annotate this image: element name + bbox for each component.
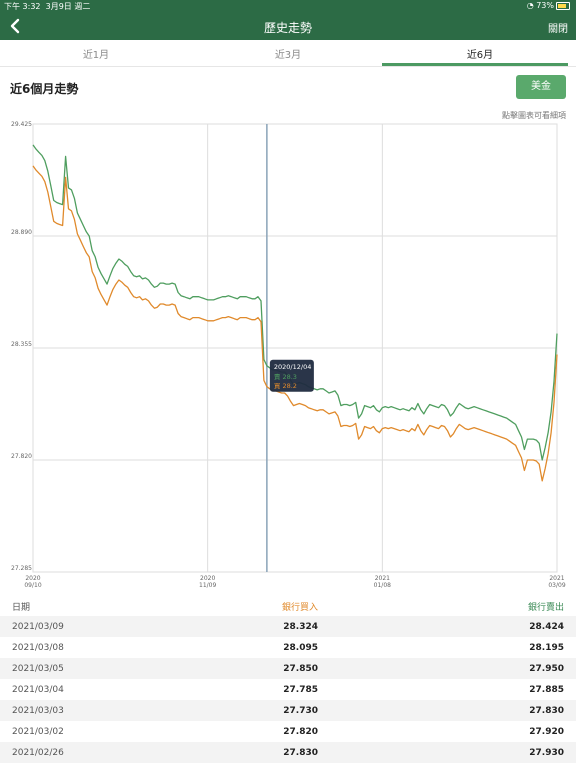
section-heading: 近6個月走勢 <box>10 82 79 96</box>
status-date: 3月9日 週二 <box>45 2 91 11</box>
row-sell: 27.885 <box>529 685 564 695</box>
y-tick-label: 28.355 <box>11 341 32 348</box>
table-header: 日期 銀行買入 銀行賣出 <box>0 598 576 616</box>
table-row: 2021/03/05 27.850 27.950 <box>0 658 576 679</box>
x-tick-label-year: 2020 <box>200 575 215 582</box>
row-sell: 28.424 <box>529 622 564 632</box>
wifi-icon: ◔ <box>526 1 534 10</box>
tab-1-month[interactable]: 近1月 <box>0 46 192 61</box>
x-tick-label-date: 09/10 <box>24 582 41 589</box>
row-buy: 27.850 <box>283 664 318 674</box>
close-button[interactable]: 關閉 <box>548 20 568 35</box>
sell-rate-line <box>32 144 558 461</box>
exchange-rate-chart[interactable]: 29.42528.89028.35527.82027.285202009/102… <box>0 118 576 596</box>
row-date: 2021/03/03 <box>12 706 64 716</box>
buy-rate-line <box>32 165 558 482</box>
row-date: 2021/02/26 <box>12 748 64 758</box>
active-tab-indicator <box>382 63 568 66</box>
row-sell: 27.930 <box>529 748 564 758</box>
page-title: 歷史走勢 <box>263 21 312 35</box>
table-row: 2021/03/04 27.785 27.885 <box>0 679 576 700</box>
row-sell: 27.830 <box>529 706 564 716</box>
tab-6-months[interactable]: 近6月 <box>384 46 576 61</box>
y-tick-label: 27.820 <box>11 453 32 460</box>
row-date: 2021/03/09 <box>12 622 64 632</box>
table-row: 2021/03/09 28.324 28.424 <box>0 616 576 637</box>
row-buy: 27.730 <box>283 706 318 716</box>
header-date: 日期 <box>12 603 31 613</box>
tab-3-months[interactable]: 近3月 <box>192 46 384 61</box>
header-buy: 銀行買入 <box>281 603 318 613</box>
row-sell: 27.920 <box>529 727 564 737</box>
status-time-date: 下午 3:32 3月9日 週二 <box>4 1 90 12</box>
battery-icon <box>556 1 570 10</box>
x-tick-label-year: 2021 <box>375 575 390 582</box>
nav-bar: 歷史走勢 關閉 <box>0 12 576 40</box>
tooltip-sell: 賣 28.3 <box>274 372 297 381</box>
row-buy: 28.095 <box>283 643 318 653</box>
y-tick-label: 29.425 <box>11 121 32 128</box>
x-tick-label-year: 2021 <box>549 575 564 582</box>
row-date: 2021/03/04 <box>12 685 64 695</box>
row-sell: 27.950 <box>529 664 564 674</box>
x-tick-label-date: 11/09 <box>199 582 216 589</box>
currency-button[interactable]: 美金 <box>516 75 566 99</box>
status-time: 下午 3:32 <box>4 2 41 11</box>
tooltip-date: 2020/12/04 <box>274 363 311 371</box>
row-date: 2021/03/02 <box>12 727 64 737</box>
header-sell: 銀行賣出 <box>527 603 564 613</box>
row-buy: 27.830 <box>283 748 318 758</box>
x-tick-label-date: 03/09 <box>548 582 565 589</box>
y-tick-label: 27.285 <box>11 565 32 572</box>
table-row: 2021/02/26 27.830 27.930 <box>0 742 576 763</box>
row-sell: 28.195 <box>529 643 564 653</box>
table-row: 2021/03/02 27.820 27.920 <box>0 721 576 742</box>
row-date: 2021/03/05 <box>12 664 64 674</box>
x-tick-label-date: 01/08 <box>374 582 391 589</box>
table-row: 2021/03/03 27.730 27.830 <box>0 700 576 721</box>
row-buy: 27.820 <box>283 727 318 737</box>
tooltip-buy: 買 28.2 <box>274 382 297 390</box>
battery-percent: 73% <box>536 1 554 10</box>
status-bar: 下午 3:32 3月9日 週二 ◔ 73% <box>0 0 576 12</box>
row-buy: 28.324 <box>283 622 318 632</box>
y-tick-label: 28.890 <box>11 229 32 236</box>
x-tick-label-year: 2020 <box>25 575 40 582</box>
status-right: ◔ 73% <box>527 1 570 10</box>
row-date: 2021/03/08 <box>12 643 64 653</box>
row-buy: 27.785 <box>283 685 318 695</box>
table-row: 2021/03/08 28.095 28.195 <box>0 637 576 658</box>
